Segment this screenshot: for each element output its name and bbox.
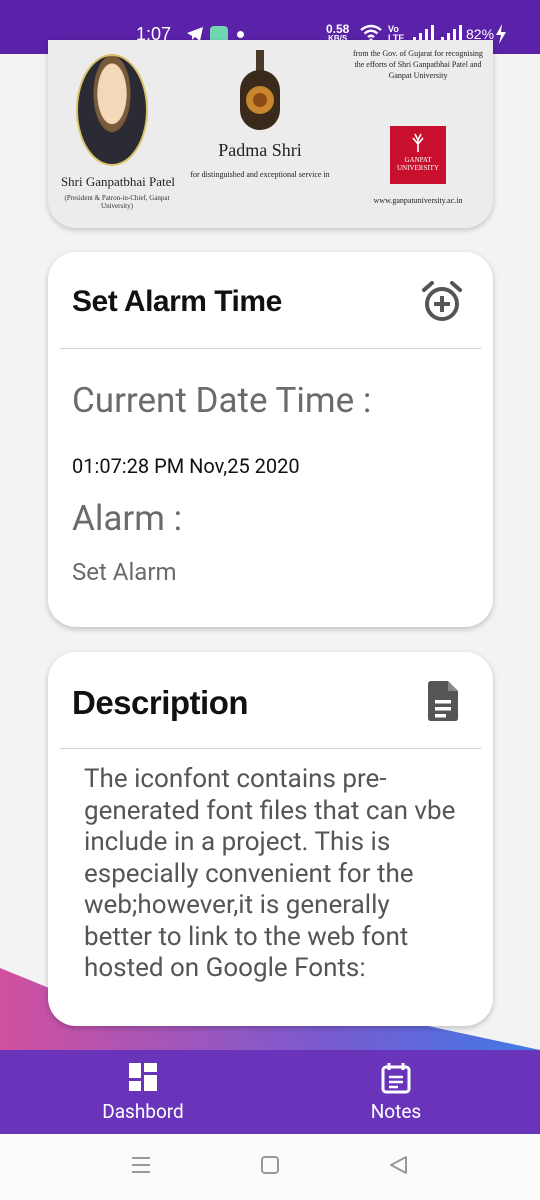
current-datetime-label: Current Date Time : [72, 380, 372, 421]
banner-top-text: from the Gov. of Gujarat for recognising… [353, 49, 483, 80]
home-icon[interactable] [260, 1155, 280, 1175]
award-subtitle: for distinguished and exceptional servic… [190, 170, 330, 179]
padma-shri-medal-icon [240, 50, 280, 130]
dashboard-icon [129, 1063, 157, 1091]
nav-dashboard[interactable]: Dashbord [43, 1050, 243, 1134]
award-title: Padma Shri [218, 140, 302, 160]
notes-icon [381, 1063, 411, 1094]
document-icon[interactable] [426, 680, 460, 722]
system-navigation-bar [0, 1134, 540, 1200]
bottom-navigation: Dashbord Notes [0, 1050, 540, 1134]
nav-dashboard-label: Dashbord [102, 1100, 184, 1123]
description-title: Description [72, 684, 249, 721]
back-icon[interactable] [388, 1155, 408, 1175]
menu-icon[interactable] [131, 1155, 151, 1175]
divider [60, 748, 481, 749]
ganpat-university-logo: GANPAT UNIVERSITY [390, 126, 446, 184]
person-name: Shri Ganpatbhai Patel [60, 174, 176, 189]
alarm-add-icon[interactable] [420, 280, 464, 324]
nav-notes[interactable]: Notes [296, 1050, 496, 1134]
description-card: Description The iconfont contains pre-ge… [48, 652, 493, 1026]
nav-notes-label: Notes [370, 1100, 422, 1123]
alarm-card-title: Set Alarm Time [72, 285, 282, 318]
description-text: The iconfont contains pre-generated font… [84, 764, 456, 983]
charging-icon [496, 24, 506, 44]
alarm-card: Set Alarm Time Current Date Time : 01:07… [48, 252, 493, 627]
university-url: www.ganpatuniversity.ac.in [373, 196, 463, 205]
university-banner: from the Gov. of Gujarat for recognising… [48, 40, 493, 228]
portrait-image [76, 54, 148, 166]
leaf-icon [412, 133, 424, 152]
set-alarm-link[interactable]: Set Alarm [72, 558, 177, 586]
divider [60, 348, 481, 349]
person-role: (President & Patron-in-Chief, Ganpat Uni… [64, 194, 170, 210]
alarm-label: Alarm : [72, 498, 183, 539]
current-datetime-value: 01:07:28 PM Nov,25 2020 [72, 454, 300, 478]
more-notifications-icon [237, 31, 244, 38]
